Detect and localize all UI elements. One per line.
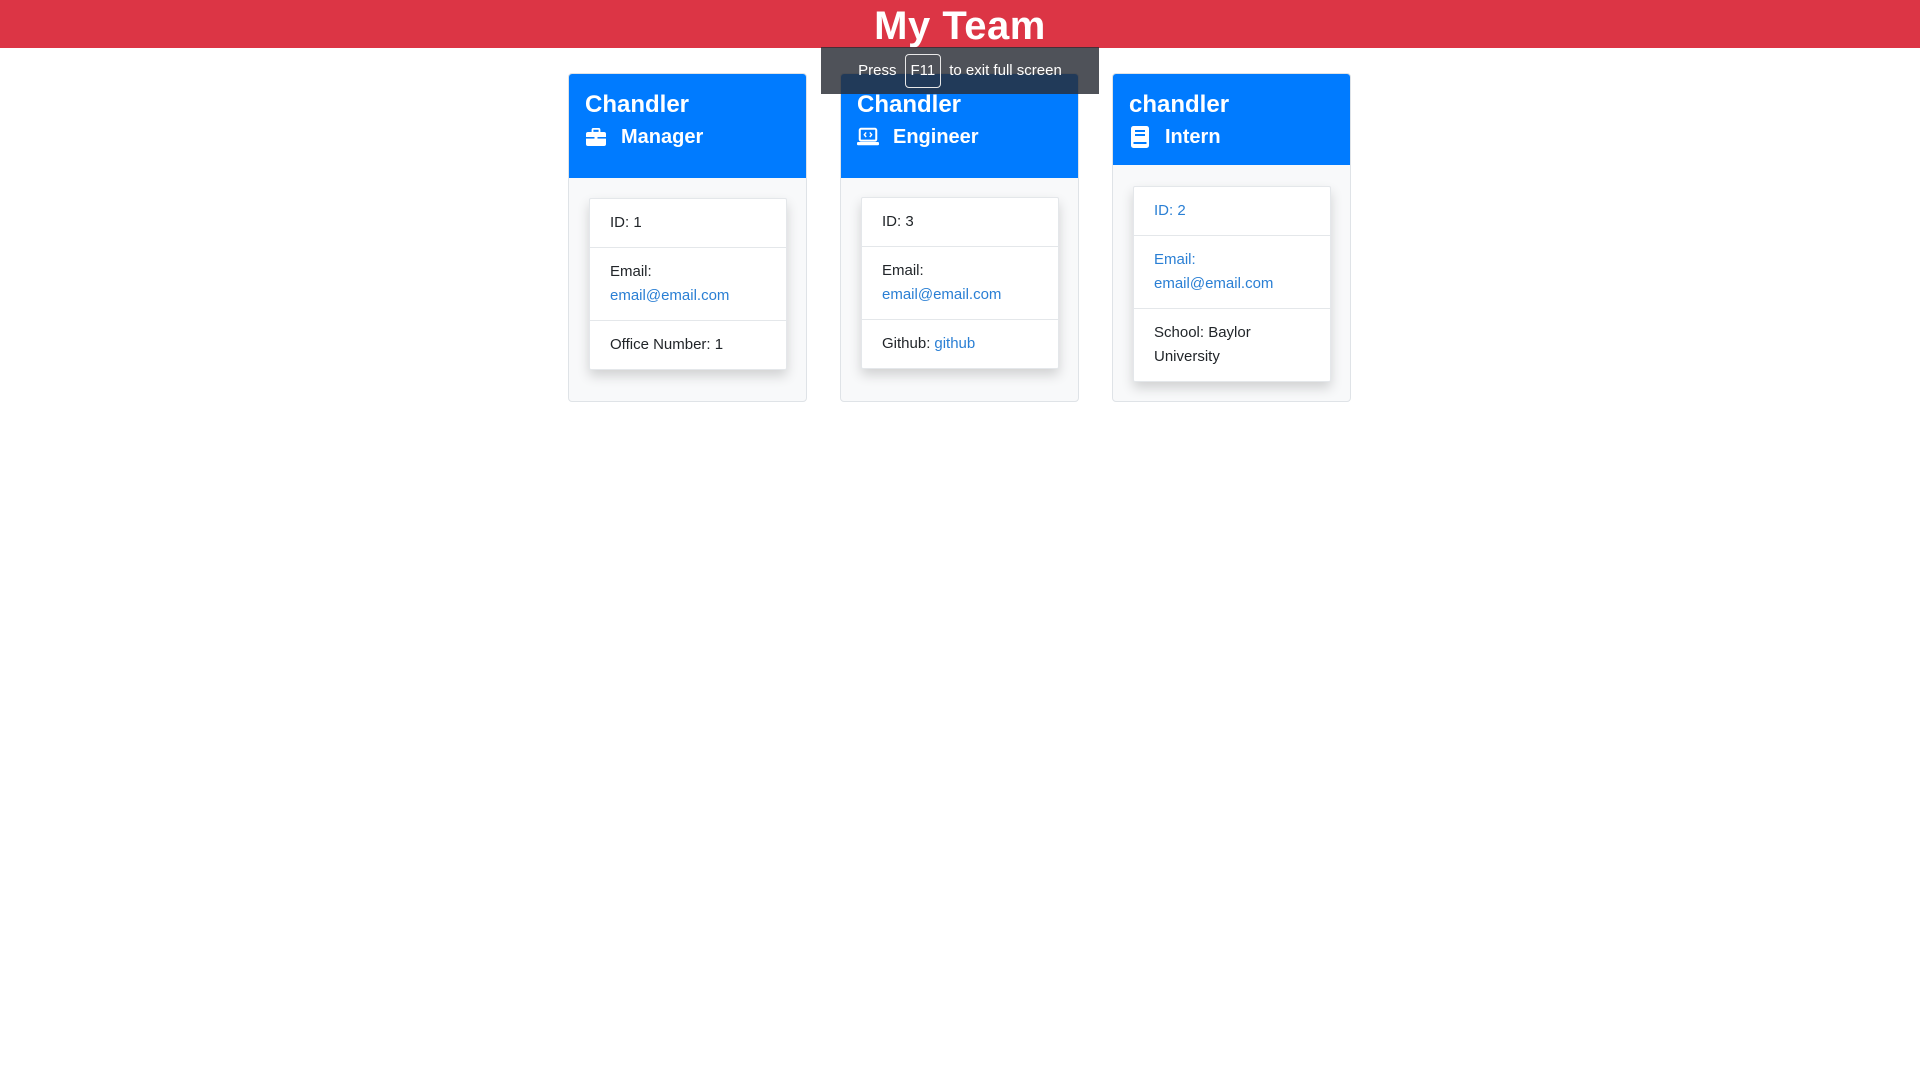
list-item-github: Github: github bbox=[862, 319, 1058, 368]
id-text: ID: 1 bbox=[610, 214, 642, 231]
employee-details-list: ID: 1 Email: email@email.com Office Numb… bbox=[589, 198, 787, 370]
list-item-id: ID: 3 bbox=[862, 198, 1058, 246]
employee-role-row: Engineer bbox=[857, 124, 979, 150]
top-banner: My Team bbox=[0, 0, 1920, 48]
fullscreen-notice-suffix: to exit full screen bbox=[949, 62, 1062, 79]
email-label: Email: bbox=[1154, 251, 1196, 268]
card-header: Chandler Manager bbox=[569, 74, 806, 178]
book-icon bbox=[1129, 126, 1151, 148]
email-link[interactable]: email@email.com bbox=[1154, 272, 1273, 296]
github-label: Github: bbox=[882, 335, 931, 352]
employee-card-manager: Chandler Manager ID: 1 Email: email@emai… bbox=[568, 73, 807, 402]
employee-role-row: Manager bbox=[585, 124, 703, 150]
list-item-id: ID: 2 bbox=[1134, 187, 1330, 235]
fullscreen-notice: Press F11 to exit full screen bbox=[821, 47, 1099, 94]
employee-role: Manager bbox=[621, 126, 704, 148]
briefcase-icon bbox=[585, 126, 607, 148]
employee-details-list: ID: 2 Email: email@email.com School: Bay… bbox=[1133, 186, 1331, 382]
list-item-school: School: Baylor University bbox=[1134, 308, 1330, 381]
email-label: Email: bbox=[610, 263, 652, 280]
page-title: My Team bbox=[874, 4, 1046, 48]
employee-name: Chandler bbox=[585, 91, 690, 118]
school-text: School: Baylor University bbox=[1154, 324, 1251, 365]
list-item-email: Email: email@email.com bbox=[1134, 235, 1330, 308]
list-item-email: Email: email@email.com bbox=[590, 247, 786, 320]
id-text: ID: 3 bbox=[882, 213, 914, 230]
employee-role: Intern bbox=[1165, 126, 1221, 148]
list-item-id: ID: 1 bbox=[590, 199, 786, 247]
employee-role-row: Intern bbox=[1129, 124, 1221, 150]
f11-key-badge: F11 bbox=[904, 53, 942, 88]
fullscreen-notice-press: Press bbox=[858, 62, 897, 79]
employee-name: chandler bbox=[1129, 91, 1230, 118]
email-label: Email: bbox=[882, 262, 924, 279]
employee-card-engineer: Chandler Engineer ID: 3 Email: email@ema… bbox=[840, 73, 1079, 402]
email-link[interactable]: email@email.com bbox=[610, 284, 729, 308]
laptop-code-icon bbox=[857, 126, 879, 148]
office-number-text: Office Number: 1 bbox=[610, 336, 724, 353]
list-item-email: Email: email@email.com bbox=[862, 246, 1058, 319]
employee-role: Engineer bbox=[893, 126, 979, 148]
employee-details-list: ID: 3 Email: email@email.com Github: git… bbox=[861, 197, 1059, 369]
email-link[interactable]: email@email.com bbox=[882, 283, 1001, 307]
id-text: ID: 2 bbox=[1154, 202, 1186, 219]
github-link[interactable]: github bbox=[934, 332, 975, 356]
employee-card-intern: chandler Intern ID: 2 Email: email@email… bbox=[1112, 73, 1351, 402]
employee-name: Chandler bbox=[857, 91, 962, 118]
card-header: chandler Intern bbox=[1113, 74, 1350, 165]
list-item-office-number: Office Number: 1 bbox=[590, 320, 786, 369]
